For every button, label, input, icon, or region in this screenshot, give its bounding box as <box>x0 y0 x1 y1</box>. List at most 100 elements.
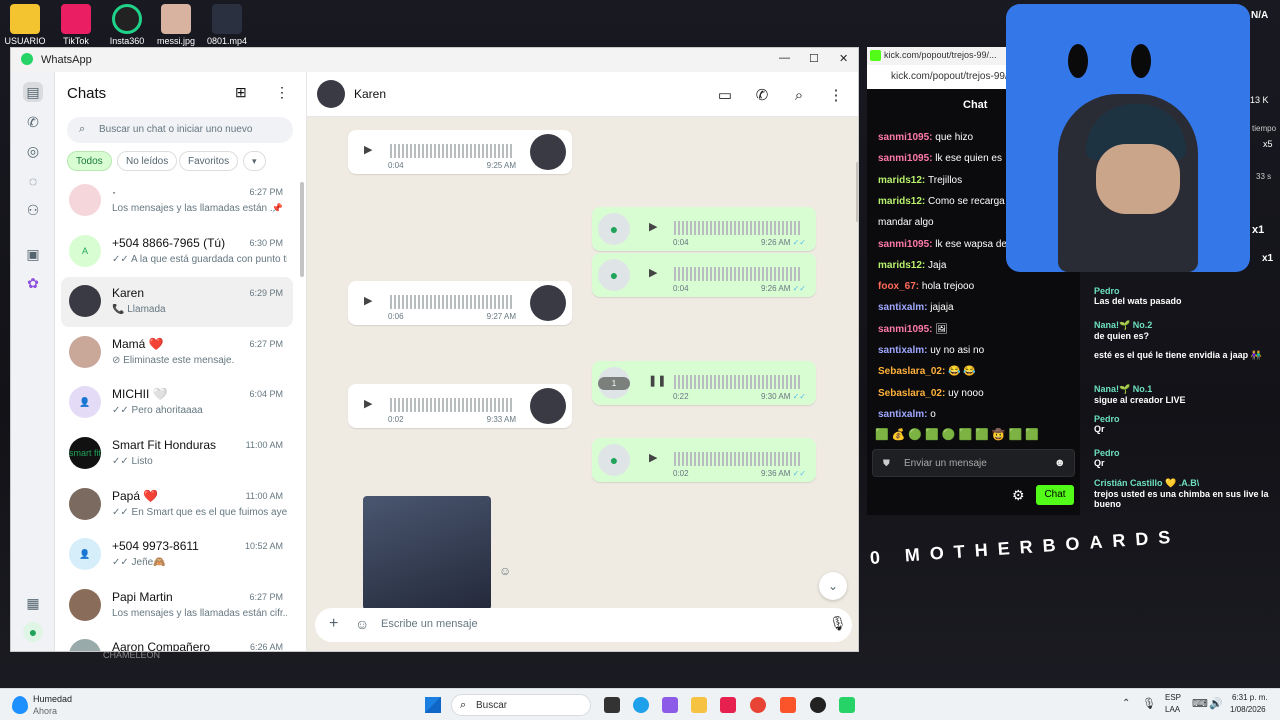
react-emoji-icon[interactable]: ☺ <box>499 564 511 578</box>
network-icon[interactable]: ⌨ <box>1192 697 1208 710</box>
chats-icon[interactable]: ▤ <box>23 82 43 102</box>
settings-gear-icon[interactable]: ⚙ <box>1012 487 1025 504</box>
sticker-icon[interactable]: ☺ <box>355 616 369 632</box>
chat-list-scrollbar[interactable] <box>300 182 304 277</box>
attach-icon[interactable]: + <box>329 615 338 633</box>
emoji-icon[interactable]: ☻ <box>1054 457 1066 469</box>
kick-chat-username[interactable]: marids12 <box>878 196 922 207</box>
edge-icon[interactable] <box>633 697 649 713</box>
menu-icon[interactable]: ⋮ <box>826 85 846 105</box>
windows-start-icon[interactable] <box>425 697 441 713</box>
kick-chat-username[interactable]: sanmi1095 <box>878 132 929 143</box>
filter-unread[interactable]: No leídos <box>117 151 178 171</box>
play-icon[interactable]: ▶ <box>364 397 378 411</box>
new-chat-icon[interactable]: ⊞ <box>235 84 247 101</box>
sticker-image[interactable] <box>363 496 491 610</box>
video-call-icon[interactable]: ▭ <box>715 85 735 105</box>
weather-title[interactable]: Humedad <box>33 694 72 704</box>
chat-list-item[interactable]: Karen 6:29 PM 📞 Llamada <box>61 277 293 328</box>
audio-waveform[interactable] <box>390 398 514 412</box>
tray-chevron-icon[interactable]: ⌃ <box>1122 698 1130 709</box>
audio-waveform[interactable] <box>674 375 800 389</box>
audio-waveform[interactable] <box>674 221 800 235</box>
kick-chat-username[interactable]: Sebaslara_02 <box>878 388 942 399</box>
archive-icon[interactable]: ▣ <box>23 244 43 264</box>
language-label[interactable]: ESP <box>1165 693 1181 702</box>
voice-message-bubble[interactable]: ▶ 0:04 9:25 AM <box>348 130 572 174</box>
chrome-icon[interactable] <box>750 697 766 713</box>
calls-icon[interactable]: ✆ <box>23 112 43 132</box>
kick-message-box[interactable]: ⛊ Enviar un mensaje ☻ <box>872 449 1075 477</box>
voice-message-bubble[interactable]: ● ▶ 0:04 9:26 AM ✓✓ <box>592 207 816 251</box>
obs-icon[interactable] <box>810 697 826 713</box>
search-input[interactable]: Buscar un chat o iniciar uno nuevo <box>99 124 252 135</box>
kick-chat-username[interactable]: santixalm <box>878 409 924 420</box>
search-box[interactable]: ⌕ Buscar un chat o iniciar uno nuevo <box>67 117 293 143</box>
audio-waveform[interactable] <box>674 267 800 281</box>
audio-waveform[interactable] <box>674 452 800 466</box>
scroll-down-button[interactable]: ⌄ <box>819 572 847 600</box>
kick-chat-username[interactable]: santixalm <box>878 302 924 313</box>
microphone-icon[interactable]: 🎙 <box>829 615 847 632</box>
kick-chat-button[interactable]: Chat <box>1036 485 1074 505</box>
play-icon[interactable]: ▶ <box>364 143 378 157</box>
media-icon[interactable]: ▦ <box>23 593 43 613</box>
kick-chat-username[interactable]: marids12 <box>878 260 922 271</box>
kick-chat-username[interactable]: sanmi1095 <box>878 239 929 250</box>
kick-chat-username[interactable]: sanmi1095 <box>878 153 929 164</box>
kick-url[interactable]: kick.com/popout/trejos-99/c <box>891 71 1013 82</box>
emote-bar[interactable]: 🟩💰🟢🟩🟢🟩🟩🤠🟩🟩 <box>875 428 1075 442</box>
chat-list-item[interactable]: Papi Martin 6:27 PM Los mensajes y las lla… <box>61 581 293 631</box>
whatsapp-taskbar-icon[interactable] <box>839 697 855 713</box>
voice-message-bubble[interactable]: ▶ 0:06 9:27 AM <box>348 281 572 325</box>
status-icon[interactable]: ◎ <box>23 141 43 161</box>
desktop-icon-image[interactable]: messi.jpg <box>153 4 199 46</box>
task-view-icon[interactable] <box>604 697 620 713</box>
voice-message-bubble[interactable]: ● ▶ 0:02 9:36 AM ✓✓ <box>592 438 816 482</box>
filter-more[interactable]: ▾ <box>243 151 266 171</box>
tiktok-icon[interactable] <box>720 697 736 713</box>
play-icon[interactable]: ▶ <box>649 451 663 465</box>
search-icon[interactable]: ⌕ <box>789 85 809 105</box>
file-explorer-icon[interactable] <box>691 697 707 713</box>
desktop-icon-folder[interactable]: USUARIO <box>2 4 48 46</box>
channels-icon[interactable]: ◌ <box>23 171 43 191</box>
message-input[interactable]: Escribe un mensaje <box>381 618 478 630</box>
kick-chat-username[interactable]: Sebaslara_02 <box>878 366 942 377</box>
microphone-icon[interactable]: 🎙 <box>1142 697 1156 710</box>
kick-chat-username[interactable]: foox_67 <box>878 281 916 292</box>
contact-avatar[interactable] <box>317 80 345 108</box>
kick-chat-username[interactable]: marids12 <box>878 175 922 186</box>
chat-list-item[interactable]: Aaron Compañero 6:26 AM <box>61 631 293 651</box>
communities-icon[interactable]: ⚇ <box>23 200 43 220</box>
close-button[interactable]: ✕ <box>839 52 848 65</box>
voice-message-bubble[interactable]: ●1❚❚0:229:30 AM ✓✓ <box>592 361 816 405</box>
chat-list-item[interactable]: 👤 +504 9973-8611 10:52 AM ✓✓ Jeñe🙈 <box>61 530 293 580</box>
chat-list-item[interactable]: A +504 8866-7965 (Tú) 6:30 PM ✓✓ A la que e… <box>61 227 293 277</box>
chat-list-item[interactable]: Papá ❤️ 11:00 AM ✓✓ En Smart que es el que… <box>61 480 293 530</box>
playback-speed-button[interactable]: 1 <box>598 377 630 390</box>
copilot-icon[interactable] <box>662 697 678 713</box>
profile-icon[interactable]: ● <box>23 622 43 642</box>
audio-waveform[interactable] <box>390 295 514 309</box>
contact-name[interactable]: Karen <box>354 87 386 101</box>
play-icon[interactable]: ▶ <box>649 220 663 234</box>
kick-chat-username[interactable]: santixalm <box>878 345 924 356</box>
kick-message-input[interactable]: Enviar un mensaje <box>904 458 987 469</box>
play-icon[interactable]: ▶ <box>364 294 378 308</box>
desktop-icon-video[interactable]: 0801.mp4 <box>204 4 250 46</box>
kick-chat-username[interactable]: sanmi1095 <box>878 324 929 335</box>
filter-all[interactable]: Todos <box>67 151 112 171</box>
minimize-button[interactable]: — <box>779 52 790 64</box>
taskbar-search[interactable]: ⌕ Buscar <box>451 694 591 716</box>
chat-list-item[interactable]: Mamá ❤️ 6:27 PM ⊘ Eliminaste este mensaje. <box>61 328 293 378</box>
chat-list-item[interactable]: 👤 MICHII 🤍 6:04 PM ✓✓ Pero ahoritaaaa <box>61 378 293 428</box>
chat-list-item[interactable]: smart fit Smart Fit Honduras 11:00 AM ✓✓ Li… <box>61 429 293 479</box>
maximize-button[interactable]: ☐ <box>809 52 819 65</box>
voice-call-icon[interactable]: ✆ <box>752 85 772 105</box>
clock-time[interactable]: 6:31 p. m. <box>1232 693 1268 702</box>
filter-favorites[interactable]: Favoritos <box>179 151 239 171</box>
audio-waveform[interactable] <box>390 144 514 158</box>
brave-icon[interactable] <box>780 697 796 713</box>
volume-icon[interactable]: 🔊 <box>1209 697 1223 710</box>
